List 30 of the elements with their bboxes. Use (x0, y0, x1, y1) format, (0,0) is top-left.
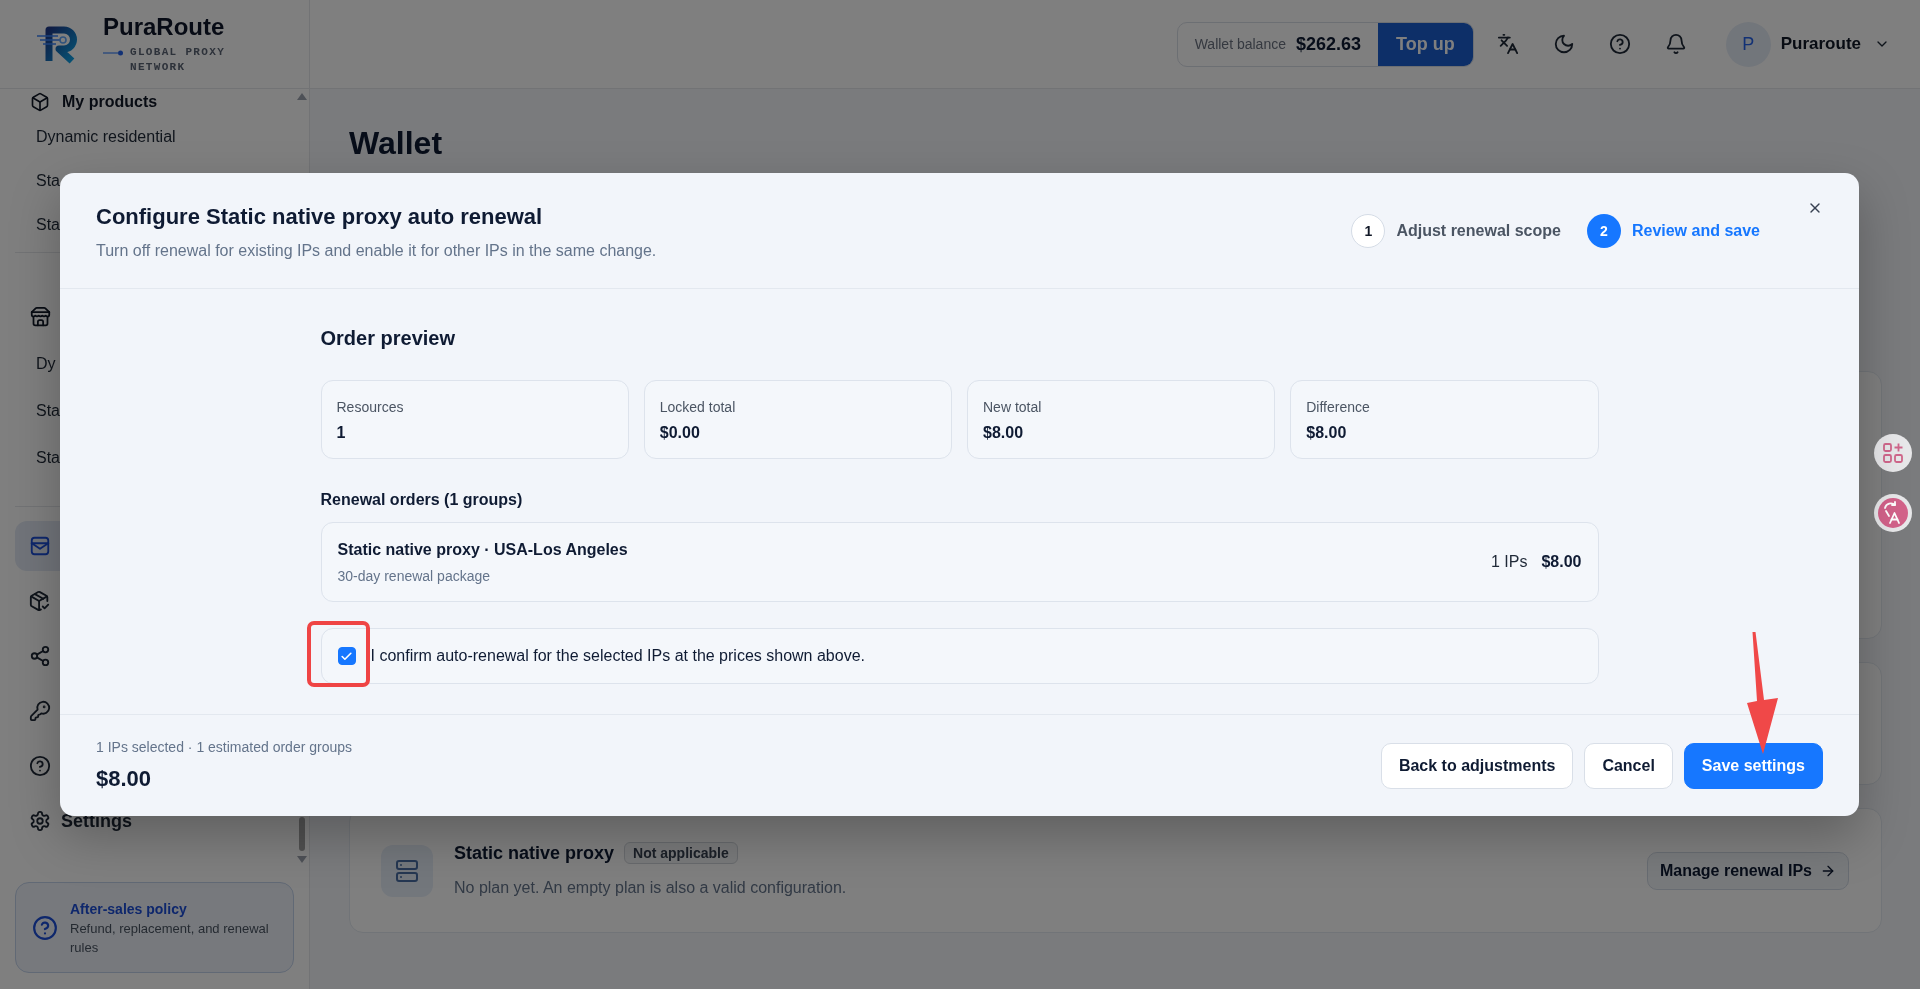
order-ip-count: 1 IPs (1491, 552, 1528, 572)
stat-label: New total (983, 398, 1043, 417)
brand-name: PuraRoute (103, 13, 226, 41)
plan-description: No plan yet. An empty plan is also a valid configuration. (454, 878, 847, 898)
wallet-balance-label: Wallet balance (1194, 34, 1286, 54)
step-number: 1 (1351, 214, 1386, 248)
policy-title: After-sales policy (70, 899, 188, 919)
stat-label: Locked total (659, 398, 737, 417)
wallet-balance-amount: $262.63 (1296, 32, 1362, 56)
stat-value: 1 (336, 423, 347, 443)
stat-value: $8.00 (1306, 423, 1348, 443)
step-number: 2 (1586, 214, 1621, 248)
dialog-title: Configure Static native proxy auto renewal (96, 203, 544, 231)
page-title: Wallet (349, 124, 444, 163)
stat-label: Difference (1306, 398, 1371, 417)
stat-label: Resources (336, 398, 405, 417)
status-badge: Not applicable (624, 842, 738, 864)
selection-summary: 1 IPs selected · 1 estimated order groups (96, 738, 353, 757)
order-package: 30-day renewal package (337, 566, 492, 586)
order-total: $8.00 (96, 765, 153, 793)
plan-name: Static native proxy (454, 842, 615, 865)
brand-tagline: GLOBAL PROXY NETWORK (130, 45, 227, 75)
stat-value: $8.00 (983, 423, 1025, 443)
order-name: Static native proxy · USA-Los Angeles (337, 539, 628, 560)
section-title: Order preview (320, 326, 456, 351)
section-title: Renewal orders (1 groups) (320, 490, 524, 510)
stat-value: $0.00 (659, 423, 701, 443)
policy-description: Refund, replacement, and renewal rules (70, 919, 270, 957)
dialog-subtitle: Turn off renewal for existing IPs and enable it for other IPs in the same change. (96, 241, 658, 261)
order-price: $8.00 (1541, 552, 1582, 572)
